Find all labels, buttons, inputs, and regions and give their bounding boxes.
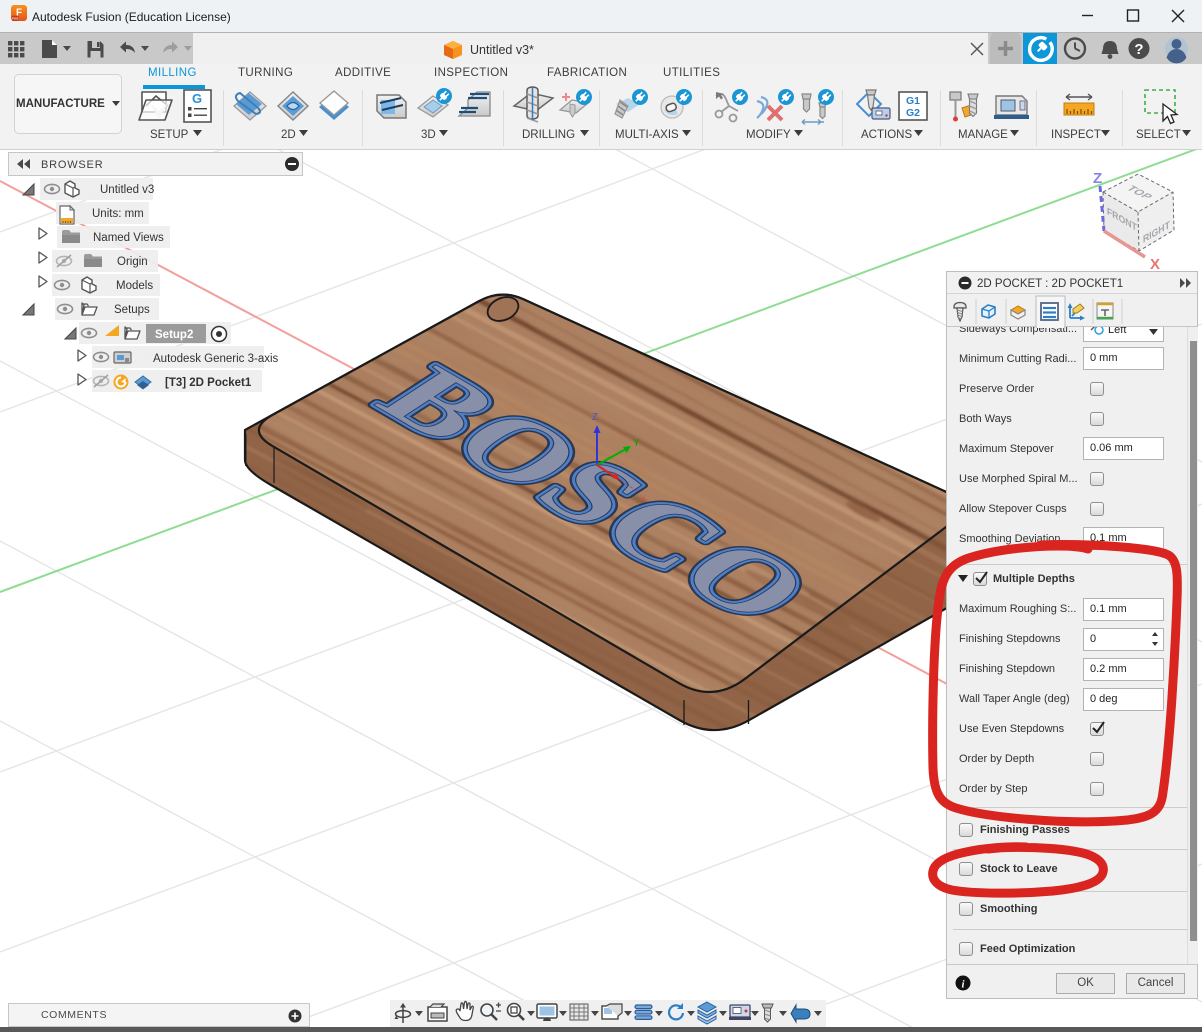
svg-text:G1: G1	[906, 95, 920, 107]
svg-text:Untitled v3*: Untitled v3*	[470, 43, 534, 57]
svg-text:X: X	[640, 494, 647, 505]
svg-text:Z: Z	[1093, 170, 1102, 187]
svg-text:INSPECT: INSPECT	[1051, 129, 1101, 141]
svg-text:BROWSER: BROWSER	[41, 159, 103, 171]
svg-text:[T3] 2D Pocket1: [T3] 2D Pocket1	[165, 377, 252, 389]
svg-text:MULTI-AXIS: MULTI-AXIS	[615, 129, 679, 141]
svg-text:?: ?	[1134, 41, 1143, 58]
svg-text:Z: Z	[592, 412, 598, 423]
svg-text:Models: Models	[116, 280, 153, 292]
svg-text:MODIFY: MODIFY	[746, 129, 791, 141]
svg-text:MANAGE: MANAGE	[958, 129, 1008, 141]
svg-text:ACTIONS: ACTIONS	[861, 129, 912, 141]
svg-text:2D POCKET : 2D POCKET1: 2D POCKET : 2D POCKET1	[977, 278, 1123, 290]
svg-text:Untitled v3: Untitled v3	[100, 184, 154, 196]
svg-text:Named Views: Named Views	[93, 232, 164, 244]
svg-text:FUS: FUS	[12, 16, 18, 20]
svg-text:DRILLING: DRILLING	[522, 129, 575, 141]
svg-text:SETUP: SETUP	[150, 129, 189, 141]
svg-text:Setups: Setups	[114, 304, 150, 316]
svg-text:3D: 3D	[421, 129, 436, 141]
svg-text:Autodesk Generic 3-axis: Autodesk Generic 3-axis	[153, 353, 279, 365]
svg-text:G: G	[192, 91, 202, 106]
svg-text:2D: 2D	[281, 129, 296, 141]
svg-text:Y: Y	[633, 438, 640, 449]
svg-text:Units: mm: Units: mm	[92, 208, 144, 220]
svg-text:G2: G2	[906, 107, 920, 119]
svg-text:Setup2: Setup2	[155, 329, 193, 341]
svg-text:SELECT: SELECT	[1136, 129, 1181, 141]
svg-text:Origin: Origin	[117, 256, 148, 268]
